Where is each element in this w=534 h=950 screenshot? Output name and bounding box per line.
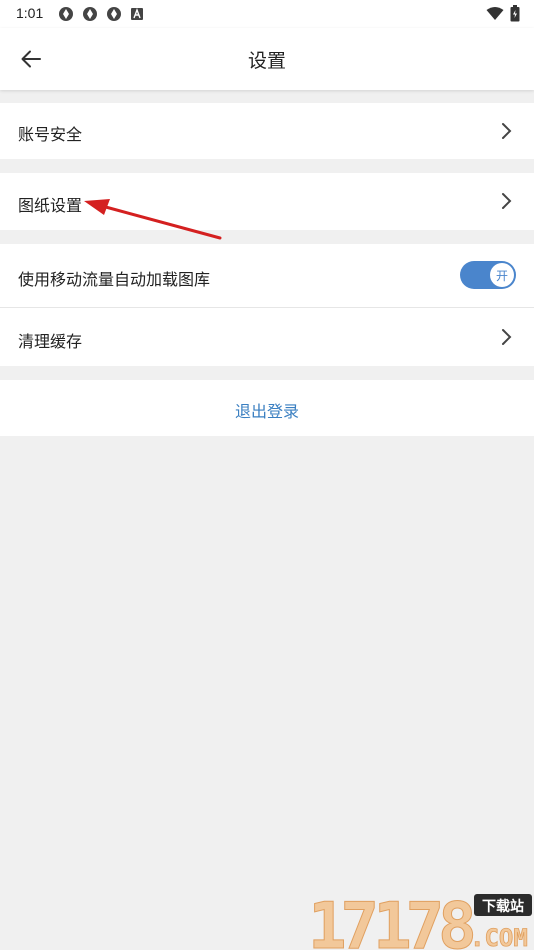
toggle-knob: 开 (490, 263, 514, 287)
chevron-right-icon (502, 193, 512, 209)
watermark-badge: 下载站 (482, 898, 524, 915)
page-title: 设置 (247, 50, 286, 72)
status-time: 1:01 (16, 5, 44, 21)
account-security-label: 账号安全 (18, 125, 83, 144)
auto-load-toggle[interactable]: 开 (460, 261, 516, 289)
status-system-icons (486, 5, 520, 26)
battery-icon (510, 5, 520, 26)
auto-load-gallery-label: 使用移动流量自动加载图库 (18, 270, 211, 289)
sync-icon (106, 6, 124, 22)
status-bar: 1:01 (0, 0, 534, 28)
drawing-settings-label: 图纸设置 (18, 196, 83, 215)
watermark-digits: 17178 (308, 890, 473, 950)
clear-cache-label: 清理缓存 (18, 332, 83, 351)
chevron-right-icon (502, 329, 512, 345)
logout-button[interactable]: 退出登录 (0, 398, 534, 422)
sync-icon (82, 6, 100, 22)
auto-load-gallery-row: 使用移动流量自动加载图库 开 (0, 244, 534, 307)
annotation-arrow (84, 199, 222, 240)
logout-row[interactable]: 退出登录 (0, 380, 534, 436)
watermark-suffix: .COM (470, 924, 528, 950)
watermark-logo: 17178 下载站 .COM (308, 890, 532, 950)
wifi-icon (486, 6, 504, 25)
account-security-row[interactable]: 账号安全 (0, 103, 534, 159)
status-notification-icons (58, 6, 148, 22)
app-bar: 设置 (0, 28, 534, 90)
sync-icon (58, 6, 76, 22)
clear-cache-row[interactable]: 清理缓存 (0, 308, 534, 366)
chevron-right-icon (502, 123, 512, 139)
a-icon (130, 6, 148, 22)
